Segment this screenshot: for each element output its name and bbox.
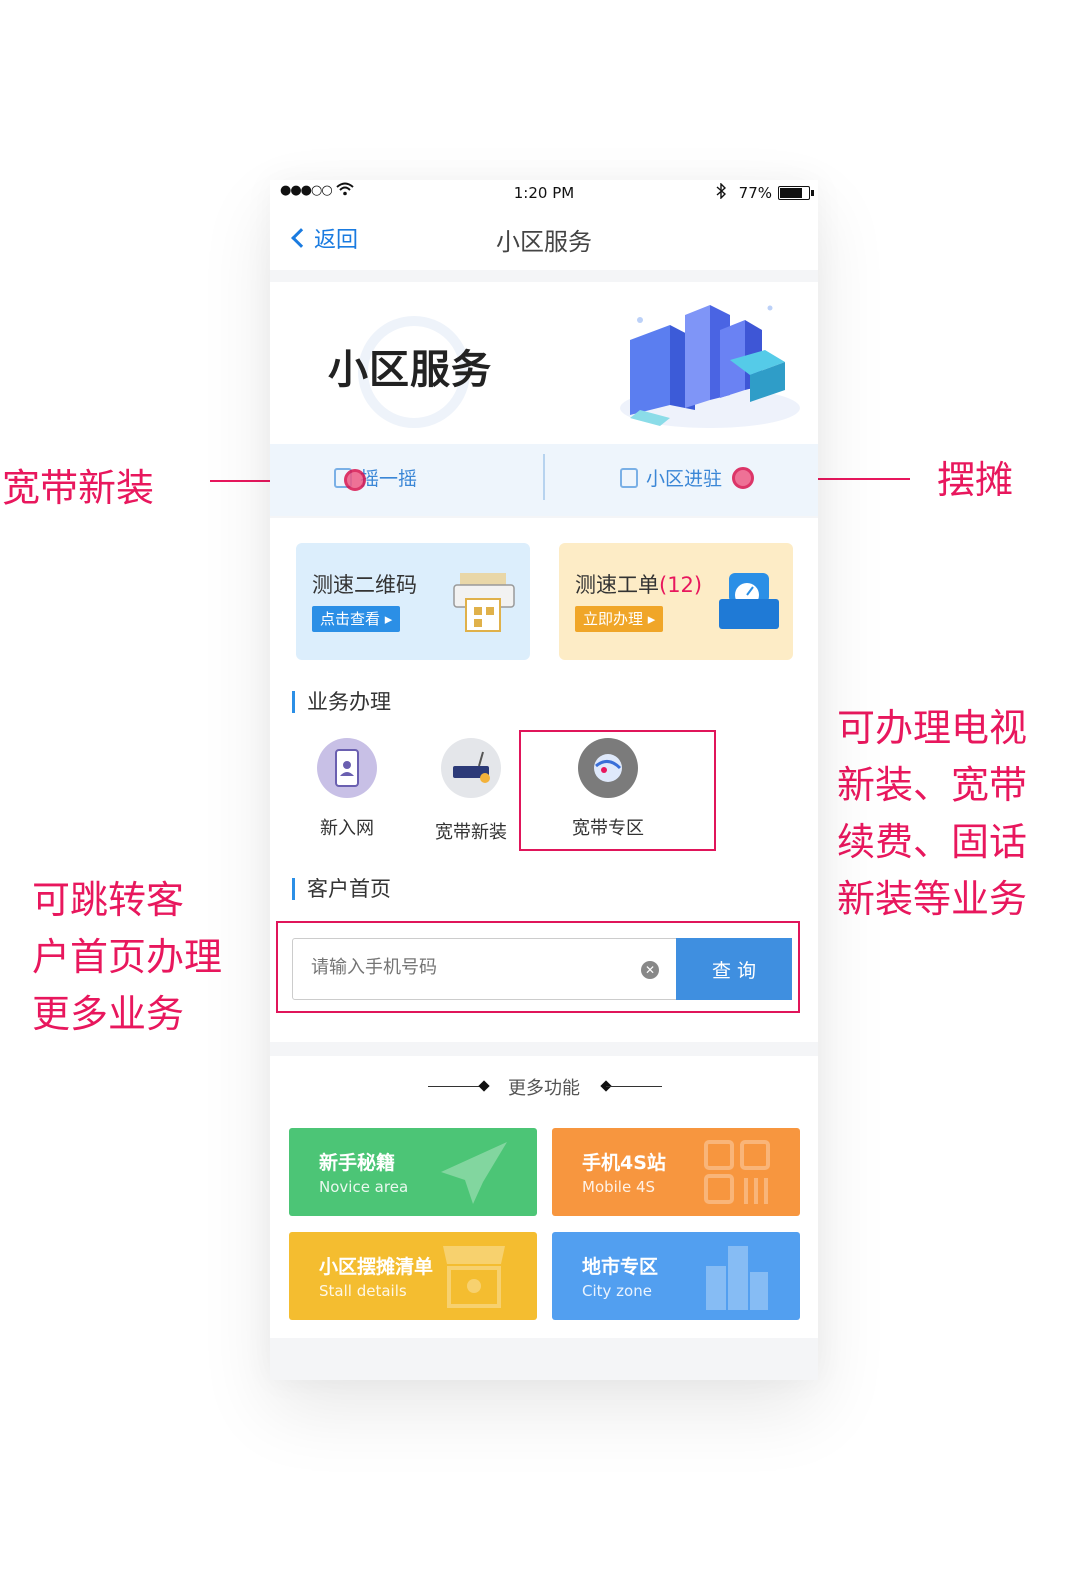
- annotation-line: 可跳转客: [32, 878, 185, 922]
- page-title: 小区服务: [496, 228, 592, 256]
- card-title: 测速二维码: [312, 573, 417, 597]
- more-features: 更多功能 新手秘籍 Novice area 手机4S站 Mobile 4S 小区…: [270, 1056, 818, 1338]
- customer-section-title: 客户首页: [292, 878, 391, 900]
- status-bar: ●●●○○ 1:20 PM 77%: [270, 180, 818, 208]
- tile-novice[interactable]: 新手秘籍 Novice area: [289, 1128, 537, 1216]
- marker-dot-settle: [732, 467, 754, 489]
- view-button[interactable]: 点击查看: [312, 606, 401, 632]
- order-count: (12): [659, 573, 703, 597]
- speedtest-order-card[interactable]: 测速工单(12) 立即办理: [559, 543, 793, 660]
- paper-plane-icon: [441, 1142, 507, 1204]
- handle-button[interactable]: 立即办理: [575, 606, 664, 632]
- annotation-broadband: 宽带新装: [2, 466, 155, 510]
- printer-qr-icon: [453, 573, 515, 632]
- grid-icon: [704, 1140, 770, 1204]
- tile-city[interactable]: 地市专区 City zone: [552, 1232, 800, 1320]
- item-label: 新入网: [320, 818, 374, 839]
- tile-mobile-4s[interactable]: 手机4S站 Mobile 4S: [552, 1128, 800, 1216]
- annotation-line: 更多业务: [32, 992, 185, 1036]
- settle-label: 小区进驻: [646, 468, 723, 490]
- broadband-install-item[interactable]: 宽带新装: [411, 738, 531, 844]
- annotation-business-note: 可办理电视 新装、宽带 续费、固话 新装等业务: [837, 700, 1027, 928]
- shake-label: 摇一摇: [360, 468, 418, 490]
- speedtest-qr-card[interactable]: 测速二维码 点击查看: [296, 543, 530, 660]
- battery-icon: [778, 186, 814, 200]
- annotation-line: 新装等业务: [837, 877, 1028, 921]
- highlight-box-business: [519, 730, 716, 851]
- hero-title: 小区服务: [328, 347, 492, 393]
- marker-dot-shake: [344, 469, 366, 491]
- divider-line: [606, 1086, 662, 1087]
- new-network-item[interactable]: 新入网: [287, 738, 407, 840]
- business-section-title: 业务办理: [292, 691, 391, 713]
- settle-button[interactable]: 小区进驻: [620, 464, 722, 491]
- battery-percent: 77%: [738, 184, 772, 202]
- annotation-line: 续费、固话: [837, 820, 1028, 864]
- item-label: 宽带新装: [435, 822, 507, 843]
- tile-title: 地市专区: [582, 1256, 659, 1278]
- annotation-line: 可办理电视: [837, 706, 1028, 750]
- tile-stall[interactable]: 小区摆摊清单 Stall details: [289, 1232, 537, 1320]
- bluetooth-icon: [716, 182, 727, 203]
- annotation-line: 新装、宽带: [837, 763, 1028, 807]
- tile-title: 新手秘籍: [319, 1152, 396, 1174]
- tile-subtitle: Stall details: [319, 1282, 407, 1300]
- card-title: 测速工单(12): [575, 569, 702, 599]
- hero-banner: 小区服务: [270, 282, 818, 444]
- tile-subtitle: Novice area: [319, 1178, 409, 1196]
- buildings-icon: [706, 1246, 768, 1310]
- tile-title: 小区摆摊清单: [319, 1256, 434, 1278]
- city-illustration: [620, 305, 800, 428]
- shop-icon: [443, 1246, 505, 1308]
- nav-bar: 返回 小区服务: [270, 208, 818, 270]
- tile-subtitle: City zone: [582, 1282, 652, 1300]
- annotation-line: 户首页办理: [32, 935, 223, 979]
- tile-subtitle: Mobile 4S: [582, 1178, 656, 1196]
- phone-user-icon: [317, 738, 377, 798]
- tile-title: 手机4S站: [582, 1152, 666, 1174]
- more-title: 更多功能: [508, 1078, 580, 1099]
- annotation-stall: 摆摊: [937, 458, 1014, 502]
- annotation-customer-note: 可跳转客 户首页办理 更多业务: [32, 872, 222, 1043]
- card-title-text: 测速工单: [575, 573, 659, 597]
- building-icon: [620, 467, 638, 488]
- speedometer-box-icon: [719, 573, 779, 629]
- status-time: 1:20 PM: [513, 184, 575, 202]
- router-icon: [441, 738, 501, 798]
- divider: [543, 454, 545, 500]
- highlight-box-search: [276, 921, 800, 1013]
